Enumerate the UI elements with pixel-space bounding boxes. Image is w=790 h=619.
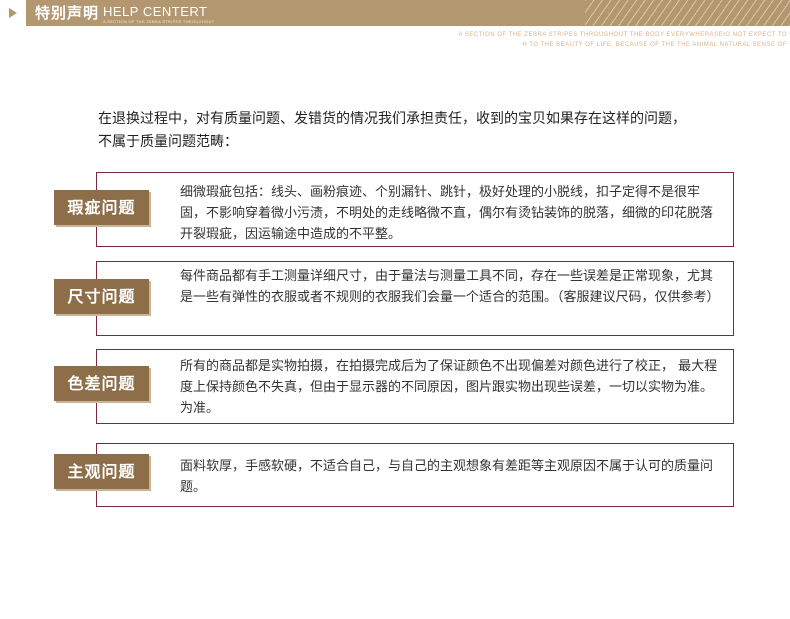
item-label-subjective: 主观问题: [54, 454, 149, 489]
play-arrow-icon: [0, 0, 26, 26]
item-label-flaw: 瑕疵问题: [54, 190, 149, 225]
intro-paragraph: 在退换过程中，对有质量问题、发错货的情况我们承担责任，收到的宝贝如果存在这样的问…: [98, 108, 718, 154]
tagline-line2: H TO THE BEAUTY OF LIFE, BECAUSE OF THE …: [522, 42, 787, 48]
item-text-flaw: 细微瑕疵包括：线头、画粉痕迹、个别漏针、跳针，极好处理的小脱线，扣子定得不是很牢…: [180, 185, 714, 242]
intro-line2: 不属于质量问题范畴：: [98, 134, 238, 150]
header-subtitle-en: HELP CENTERT: [103, 4, 208, 19]
header-bar: 特别声明 HELP CENTERT A SECTION OF THE ZEBRA…: [0, 0, 790, 26]
tagline-line1: A SECTION OF THE ZEBRA STRIPES THROUGHOU…: [458, 32, 787, 38]
header-subtitle-small: A SECTION OF THE ZEBRA STRIPES THROUGHOU…: [103, 19, 215, 24]
item-text-size: 每件商品都有手工测量详细尺寸，由于量法与测量工具不同，存在一些误差是正常现象，尤…: [180, 269, 720, 305]
item-label-size: 尺寸问题: [54, 279, 149, 314]
item-label-color: 色差问题: [54, 366, 149, 401]
intro-line1: 在退换过程中，对有质量问题、发错货的情况我们承担责任，收到的宝贝如果存在这样的问…: [98, 111, 686, 127]
item-text-subjective: 面料软厚，手感软硬，不适合自己，与自己的主观想象有差距等主观原因不属于认可的质量…: [180, 459, 714, 495]
header-title: 特别声明: [35, 4, 100, 22]
zebra-stripes-decoration: [585, 0, 790, 26]
item-text-color: 所有的商品都是实物拍摄，在拍摄完成后为了保证颜色不出现偏差对颜色进行了校正， 最…: [180, 359, 718, 416]
